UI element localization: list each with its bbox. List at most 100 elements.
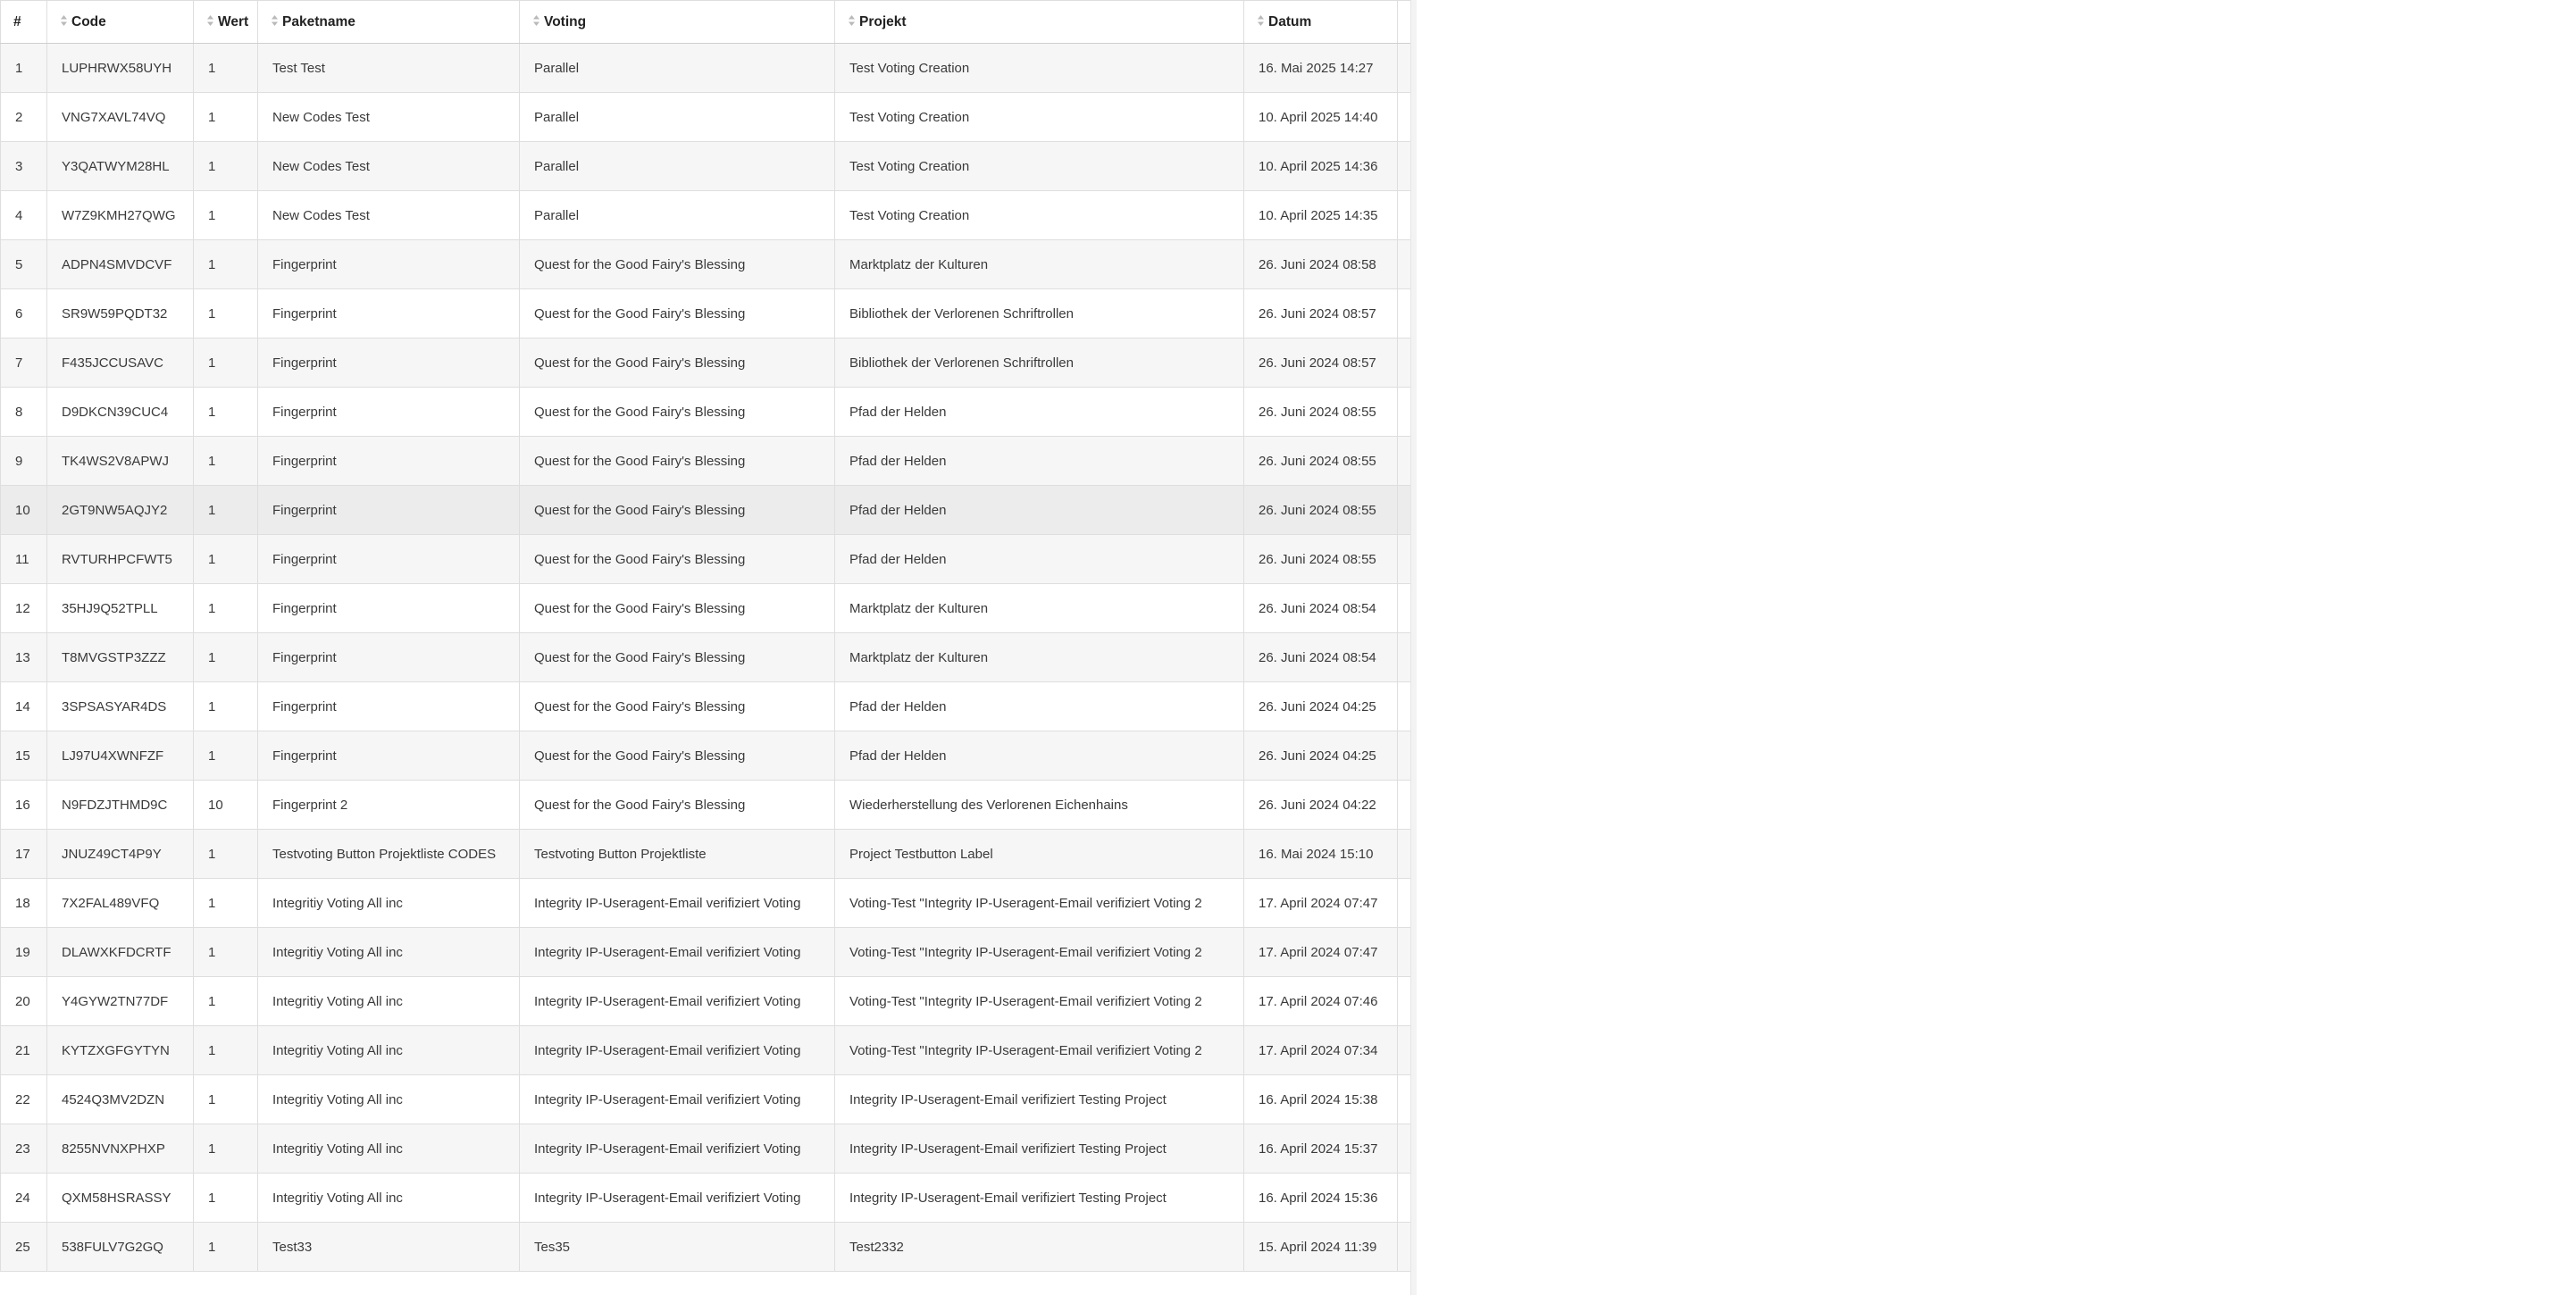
sort-icon[interactable] (532, 14, 540, 27)
datum-cell: 15. April 2024 11:39 (1243, 1222, 1398, 1272)
datum-cell: 16. Mai 2024 15:10 (1243, 829, 1398, 879)
paketname-cell: Fingerprint (257, 485, 520, 535)
datum-cell: 26. Juni 2024 08:55 (1243, 436, 1398, 486)
paketname-cell: Fingerprint (257, 239, 520, 289)
table-row[interactable]: 20 Y4GYW2TN77DF 1 Integritiy Voting All inc… (0, 976, 1417, 1026)
datum-cell: 26. Juni 2024 08:54 (1243, 632, 1398, 682)
column-header-datum[interactable]: Datum (1243, 0, 1398, 44)
projekt-cell: Marktplatz der Kulturen (834, 583, 1244, 633)
sort-icon[interactable] (1257, 14, 1265, 27)
voting-cell: Parallel (519, 92, 835, 142)
wert-cell: 1 (193, 43, 258, 93)
wert-cell: 1 (193, 190, 258, 240)
table-row[interactable]: 1 LUPHRWX58UYH 1 Test Test Parallel Test Voti… (0, 43, 1417, 93)
column-header-paketname[interactable]: Paketname (257, 0, 520, 44)
wert-cell: 1 (193, 436, 258, 486)
datum-cell: 16. April 2024 15:37 (1243, 1124, 1398, 1174)
voting-cell: Integrity IP-Useragent-Email verifiziert… (519, 1173, 835, 1223)
table-row[interactable]: 21 KYTZXGFGYTYN 1 Integritiy Voting All inc… (0, 1025, 1417, 1075)
wert-cell: 1 (193, 829, 258, 879)
wert-cell: 1 (193, 632, 258, 682)
table-row[interactable]: 12 35HJ9Q52TPLL 1 Fingerprint Quest for the … (0, 583, 1417, 633)
table-row[interactable]: 5 ADPN4SMVDCVF 1 Fingerprint Quest for the G… (0, 239, 1417, 289)
column-header-wert[interactable]: Wert (193, 0, 258, 44)
table-row[interactable]: 18 7X2FAL489VFQ 1 Integritiy Voting All inc… (0, 878, 1417, 928)
datum-cell: 26. Juni 2024 08:54 (1243, 583, 1398, 633)
projekt-cell: Pfad der Helden (834, 681, 1244, 731)
projekt-cell: Voting-Test "Integrity IP-Useragent-Emai… (834, 927, 1244, 977)
column-header-projekt[interactable]: Projekt (834, 0, 1244, 44)
paketname-cell: Integritiy Voting All inc (257, 1173, 520, 1223)
table-row[interactable]: 23 8255NVNXPHXP 1 Integritiy Voting All inc… (0, 1124, 1417, 1174)
table-row[interactable]: 25 538FULV7G2GQ 1 Test33 Tes35 Test2332 15. Ap… (0, 1222, 1417, 1272)
code-cell: T8MVGSTP3ZZZ (46, 632, 194, 682)
sort-icon[interactable] (206, 14, 214, 27)
datum-cell: 10. April 2025 14:36 (1243, 141, 1398, 191)
projekt-cell: Integrity IP-Useragent-Email verifiziert… (834, 1173, 1244, 1223)
table-row[interactable]: 2 VNG7XAVL74VQ 1 New Codes Test Parallel Test… (0, 92, 1417, 142)
code-cell: LJ97U4XWNFZF (46, 731, 194, 781)
table-header: # Code Wert Paketname Voting Projekt Dat… (0, 0, 1417, 44)
paketname-cell: Fingerprint (257, 436, 520, 486)
table-row[interactable]: 7 F435JCCUSAVC 1 Fingerprint Quest for the G… (0, 338, 1417, 388)
projekt-cell: Integrity IP-Useragent-Email verifiziert… (834, 1074, 1244, 1124)
table-row[interactable]: 4 W7Z9KMH27QWG 1 New Codes Test Parallel Test… (0, 190, 1417, 240)
row-number: 11 (0, 534, 47, 584)
column-header-code[interactable]: Code (46, 0, 194, 44)
table-row[interactable]: 3 Y3QATWYM28HL 1 New Codes Test Parallel Test… (0, 141, 1417, 191)
wert-cell: 1 (193, 485, 258, 535)
vertical-scrollbar[interactable] (1410, 0, 1417, 1295)
datum-cell: 26. Juni 2024 08:55 (1243, 534, 1398, 584)
datum-cell: 26. Juni 2024 08:58 (1243, 239, 1398, 289)
voting-cell: Quest for the Good Fairy's Blessing (519, 436, 835, 486)
table-row[interactable]: 17 JNUZ49CT4P9Y 1 Testvoting Button Projekt… (0, 829, 1417, 879)
paketname-cell: Test Test (257, 43, 520, 93)
projekt-cell: Test Voting Creation (834, 92, 1244, 142)
code-cell: Y3QATWYM28HL (46, 141, 194, 191)
projekt-cell: Marktplatz der Kulturen (834, 239, 1244, 289)
table-row[interactable]: 11 RVTURHPCFWT5 1 Fingerprint Quest for the … (0, 534, 1417, 584)
table-row[interactable]: 14 3SPSASYAR4DS 1 Fingerprint Quest for the … (0, 681, 1417, 731)
datum-cell: 26. Juni 2024 08:57 (1243, 338, 1398, 388)
code-cell: 538FULV7G2GQ (46, 1222, 194, 1272)
column-header-voting[interactable]: Voting (519, 0, 835, 44)
paketname-cell: Fingerprint (257, 387, 520, 437)
wert-cell: 1 (193, 583, 258, 633)
voting-cell: Quest for the Good Fairy's Blessing (519, 632, 835, 682)
row-number: 20 (0, 976, 47, 1026)
wert-cell: 1 (193, 92, 258, 142)
table-row[interactable]: 9 TK4WS2V8APWJ 1 Fingerprint Quest for the G… (0, 436, 1417, 486)
table-row[interactable]: 13 T8MVGSTP3ZZZ 1 Fingerprint Quest for the … (0, 632, 1417, 682)
row-number: 3 (0, 141, 47, 191)
projekt-cell: Voting-Test "Integrity IP-Useragent-Emai… (834, 976, 1244, 1026)
projekt-cell: Pfad der Helden (834, 387, 1244, 437)
voting-cell: Quest for the Good Fairy's Blessing (519, 681, 835, 731)
code-cell: ADPN4SMVDCVF (46, 239, 194, 289)
row-number: 8 (0, 387, 47, 437)
table-row[interactable]: 15 LJ97U4XWNFZF 1 Fingerprint Quest for the … (0, 731, 1417, 781)
sort-icon[interactable] (271, 14, 279, 27)
voting-cell: Quest for the Good Fairy's Blessing (519, 387, 835, 437)
wert-cell: 1 (193, 1222, 258, 1272)
voting-cell: Integrity IP-Useragent-Email verifiziert… (519, 927, 835, 977)
table-row[interactable]: 19 DLAWXKFDCRTF 1 Integritiy Voting All inc… (0, 927, 1417, 977)
table-row[interactable]: 6 SR9W59PQDT32 1 Fingerprint Quest for the G… (0, 288, 1417, 338)
projekt-cell: Integrity IP-Useragent-Email verifiziert… (834, 1124, 1244, 1174)
code-cell: N9FDZJTHMD9C (46, 780, 194, 830)
datum-cell: 10. April 2025 14:40 (1243, 92, 1398, 142)
voting-cell: Quest for the Good Fairy's Blessing (519, 534, 835, 584)
sort-icon[interactable] (848, 14, 856, 27)
column-header-number: # (0, 0, 47, 44)
table-row[interactable]: 22 4524Q3MV2DZN 1 Integritiy Voting All inc… (0, 1074, 1417, 1124)
datum-cell: 16. April 2024 15:36 (1243, 1173, 1398, 1223)
datum-cell: 26. Juni 2024 08:55 (1243, 485, 1398, 535)
table-row[interactable]: 24 QXM58HSRASSY 1 Integritiy Voting All inc… (0, 1173, 1417, 1223)
sort-icon[interactable] (60, 14, 68, 27)
projekt-cell: Test Voting Creation (834, 190, 1244, 240)
table-row[interactable]: 8 D9DKCN39CUC4 1 Fingerprint Quest for the G… (0, 387, 1417, 437)
datum-cell: 16. Mai 2025 14:27 (1243, 43, 1398, 93)
wert-cell: 1 (193, 141, 258, 191)
table-row[interactable]: 16 N9FDZJTHMD9C 10 Fingerprint 2 Quest for t… (0, 780, 1417, 830)
paketname-cell: Fingerprint (257, 338, 520, 388)
table-row[interactable]: 10 2GT9NW5AQJY2 1 Fingerprint Quest for the … (0, 485, 1417, 535)
